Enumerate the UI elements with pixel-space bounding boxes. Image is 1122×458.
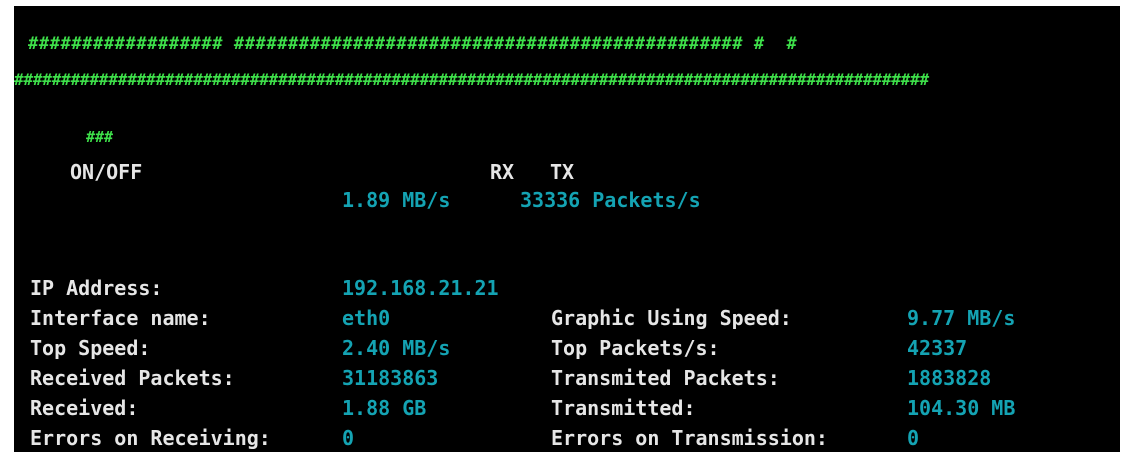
transmitted-value: 104.30 MB [907, 396, 1016, 420]
top-speed-value: 2.40 MB/s [342, 336, 451, 360]
interface-name-label: Interface name: [30, 306, 211, 330]
graphic-speed-label: Graphic Using Speed: [551, 306, 792, 330]
errors-transmission-label: Errors on Transmission: [551, 426, 828, 450]
top-packets-value: 42337 [907, 336, 968, 360]
terminal-window: ################## #####################… [14, 6, 1120, 452]
ip-address-value: 192.168.21.21 [342, 276, 499, 300]
transmited-packets-value: 1883828 [907, 366, 992, 390]
interface-name-value: eth0 [342, 306, 391, 330]
tx-value: 33336 Packets/s [520, 188, 701, 212]
transmitted-label: Transmitted: [551, 396, 696, 420]
errors-receiving-value: 0 [342, 426, 355, 450]
errors-transmission-value: 0 [907, 426, 920, 450]
on-off-label: ON/OFF [70, 160, 143, 184]
hash-bar-top: ################## #####################… [28, 34, 798, 54]
rx-label: RX [490, 160, 515, 184]
hash-bar-full: ########################################… [14, 70, 929, 89]
top-speed-label: Top Speed: [30, 336, 151, 360]
activity-indicator: ### [86, 128, 114, 146]
received-label: Received: [30, 396, 139, 420]
ip-address-label: IP Address: [30, 276, 163, 300]
top-packets-label: Top Packets/s: [551, 336, 720, 360]
received-packets-label: Received Packets: [30, 366, 235, 390]
received-value: 1.88 GB [342, 396, 427, 420]
errors-receiving-label: Errors on Receiving: [30, 426, 271, 450]
received-packets-value: 31183863 [342, 366, 439, 390]
transmited-packets-label: Transmited Packets: [551, 366, 780, 390]
rx-value: 1.89 MB/s [342, 188, 451, 212]
tx-label: TX [550, 160, 575, 184]
graphic-speed-value: 9.77 MB/s [907, 306, 1016, 330]
